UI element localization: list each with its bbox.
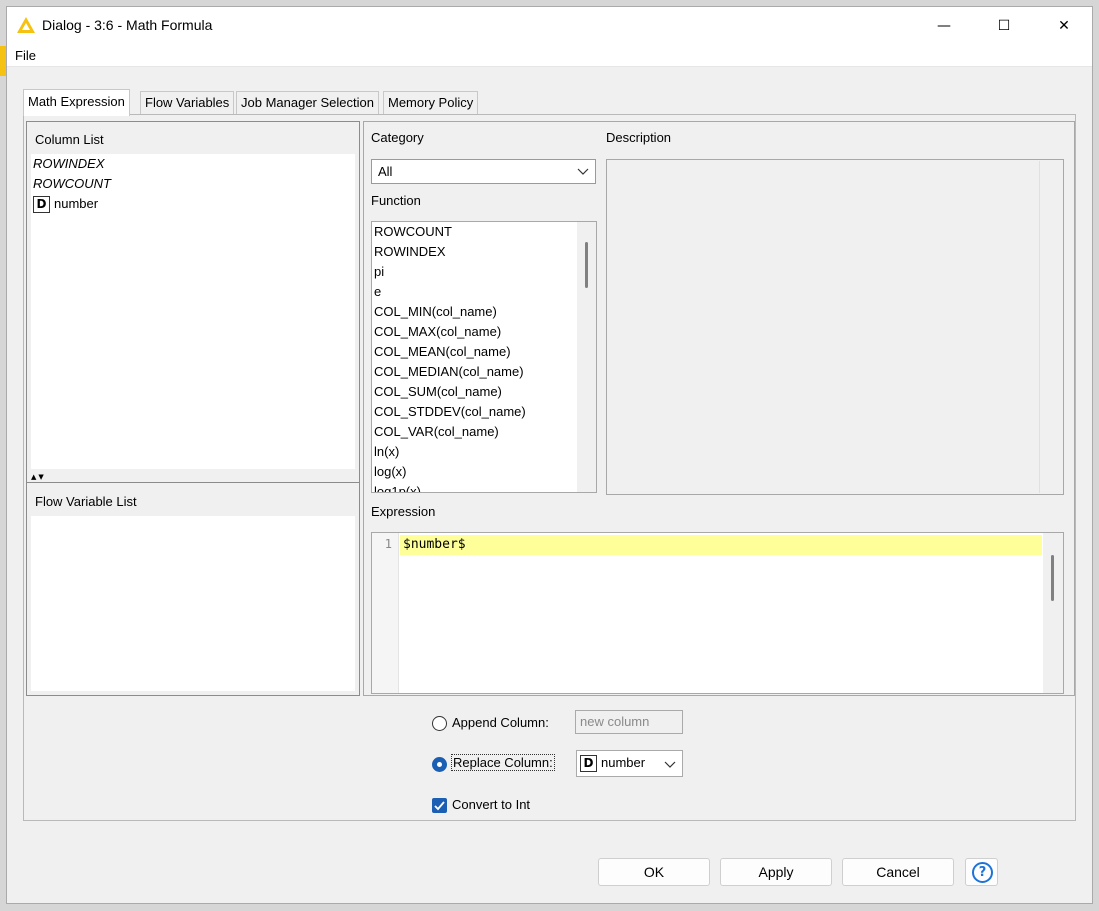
function-item[interactable]: COL_MEDIAN(col_name) — [372, 362, 596, 382]
function-label: Function — [371, 193, 421, 208]
append-column-radio[interactable] — [432, 716, 447, 731]
function-item[interactable]: COL_VAR(col_name) — [372, 422, 596, 442]
function-item[interactable]: e — [372, 282, 596, 302]
ok-button[interactable]: OK — [598, 858, 710, 886]
checkmark-icon — [434, 801, 445, 811]
flow-variable-list-header: Flow Variable List — [31, 486, 355, 516]
function-item[interactable]: COL_MIN(col_name) — [372, 302, 596, 322]
apply-button[interactable]: Apply — [720, 858, 832, 886]
expression-label: Expression — [371, 504, 436, 519]
function-item[interactable]: ROWCOUNT — [372, 222, 596, 242]
math-formula-dialog: Dialog - 3:6 - Math Formula — ☐ ✕ File M… — [6, 6, 1093, 904]
replace-column-value: number — [601, 755, 646, 770]
title-bar[interactable]: Dialog - 3:6 - Math Formula — ☐ ✕ — [7, 7, 1092, 45]
function-list-scroll-thumb[interactable] — [585, 242, 588, 288]
split-pane-divider[interactable]: ▲▼ — [27, 473, 359, 483]
double-type-icon: D — [33, 196, 50, 214]
replace-column-label[interactable]: Replace Column: — [451, 754, 555, 771]
chevron-down-icon — [663, 757, 677, 771]
category-select[interactable]: All — [371, 159, 596, 184]
description-content — [608, 161, 1040, 493]
new-column-name-field[interactable]: new column — [575, 710, 683, 734]
maximize-icon: ☐ — [997, 18, 1011, 34]
maximize-button[interactable]: ☐ — [981, 7, 1027, 45]
function-item[interactable]: log(x) — [372, 462, 596, 482]
knime-triangle-icon — [17, 17, 35, 33]
function-item[interactable]: COL_STDDEV(col_name) — [372, 402, 596, 422]
convert-to-int-checkbox[interactable] — [432, 798, 447, 813]
column-list-item[interactable]: ROWINDEX — [31, 154, 355, 174]
close-icon: ✕ — [1058, 18, 1070, 34]
left-lists-pane: Column List ROWINDEX ROWCOUNT Dnumber ▲▼… — [26, 121, 360, 696]
function-item[interactable]: log1p(x) — [372, 482, 596, 492]
column-list-item[interactable]: Dnumber — [31, 194, 355, 214]
editor-pane: Category All Function ROWCOUNT ROWINDEX … — [363, 121, 1075, 696]
function-item[interactable]: COL_MEAN(col_name) — [372, 342, 596, 362]
replace-column-label-text: Replace Column: — [451, 754, 555, 771]
cancel-button[interactable]: Cancel — [842, 858, 954, 886]
column-list: Column List ROWINDEX ROWCOUNT Dnumber — [31, 124, 355, 469]
replace-column-radio[interactable] — [432, 757, 447, 772]
minimize-button[interactable]: — — [921, 7, 967, 45]
convert-to-int-label[interactable]: Convert to Int — [452, 797, 530, 812]
help-button[interactable]: ? — [965, 858, 998, 886]
window-title: Dialog - 3:6 - Math Formula — [42, 17, 213, 33]
append-column-label[interactable]: Append Column: — [452, 715, 549, 730]
split-arrows-icon[interactable]: ▲▼ — [31, 473, 46, 481]
column-list-item[interactable]: ROWCOUNT — [31, 174, 355, 194]
chevron-down-icon — [576, 164, 590, 178]
expression-editor[interactable]: 1 $number$ — [371, 532, 1064, 694]
tab-math-expression[interactable]: Math Expression — [23, 89, 130, 116]
function-items: ROWCOUNT ROWINDEX pi e COL_MIN(col_name)… — [372, 222, 596, 492]
help-icon: ? — [972, 862, 993, 883]
category-selected-value: All — [378, 164, 393, 179]
function-item[interactable]: COL_MAX(col_name) — [372, 322, 596, 342]
category-label: Category — [371, 130, 424, 145]
close-button[interactable]: ✕ — [1041, 7, 1087, 45]
tab-job-manager-selection[interactable]: Job Manager Selection — [236, 91, 379, 115]
tab-flow-variables[interactable]: Flow Variables — [140, 91, 235, 115]
function-item[interactable]: ln(x) — [372, 442, 596, 462]
replace-column-select[interactable]: Dnumber — [576, 750, 683, 777]
menu-file[interactable]: File — [15, 48, 36, 63]
function-list: ROWCOUNT ROWINDEX pi e COL_MIN(col_name)… — [371, 221, 597, 493]
function-item[interactable]: COL_SUM(col_name) — [372, 382, 596, 402]
menu-bar: File — [7, 45, 1092, 67]
double-type-icon: D — [580, 755, 597, 773]
flow-variable-list: Flow Variable List — [31, 486, 355, 691]
expression-scrollbar[interactable] — [1043, 533, 1063, 693]
description-area — [606, 159, 1064, 495]
function-list-scrollbar[interactable] — [577, 222, 596, 492]
minimize-icon: — — [937, 18, 951, 34]
expression-code-line[interactable]: $number$ — [400, 535, 1042, 555]
function-item[interactable]: ROWINDEX — [372, 242, 596, 262]
description-label: Description — [606, 130, 672, 145]
tab-memory-policy[interactable]: Memory Policy — [383, 91, 479, 115]
expression-scroll-thumb[interactable] — [1051, 555, 1054, 601]
column-list-header: Column List — [31, 124, 355, 154]
math-expression-panel: Column List ROWINDEX ROWCOUNT Dnumber ▲▼… — [23, 114, 1076, 821]
column-name: number — [54, 196, 99, 211]
line-number-gutter: 1 — [372, 533, 399, 693]
line-number: 1 — [384, 537, 392, 551]
function-item[interactable]: pi — [372, 262, 596, 282]
